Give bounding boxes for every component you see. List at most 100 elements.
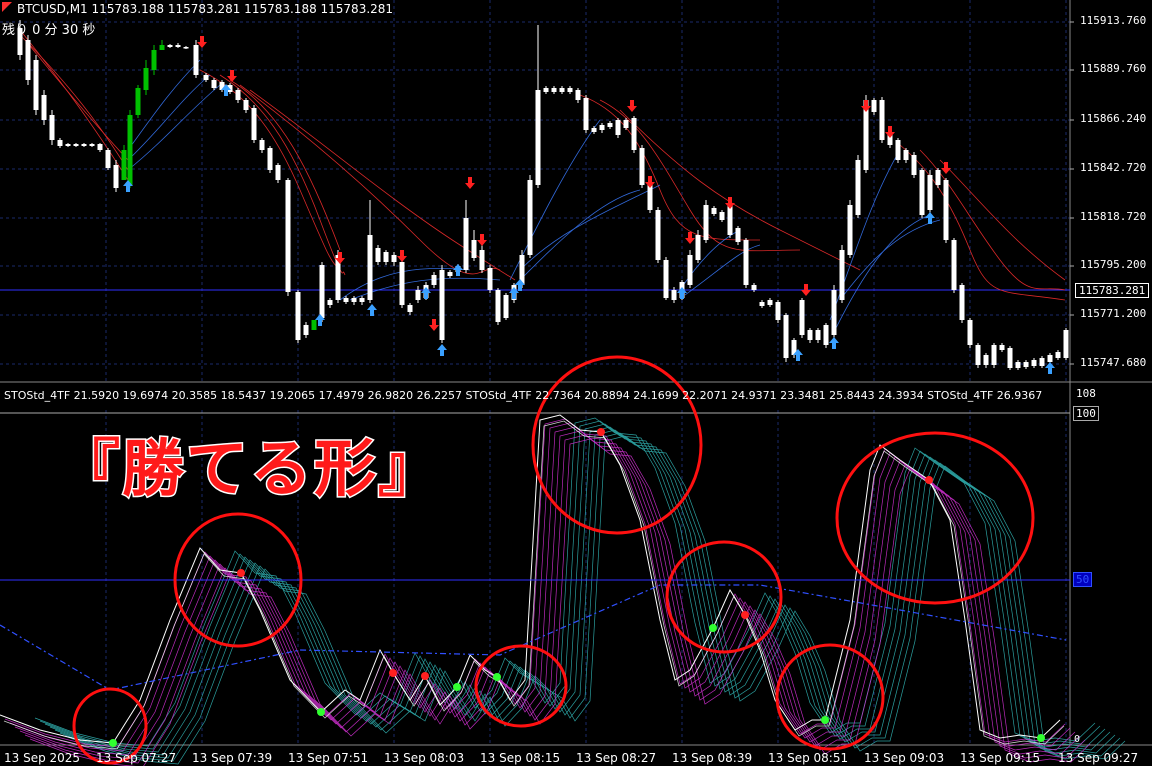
bear-candle xyxy=(1047,355,1053,362)
symbol-info: BTCUSD,M1 115783.188 115783.281 115783.1… xyxy=(17,2,394,16)
indicator-level-0: 0 xyxy=(1074,734,1081,745)
highlight-circle xyxy=(531,355,703,535)
buy-arrow-icon xyxy=(829,337,839,349)
bear-candle xyxy=(703,205,709,240)
bear-candle xyxy=(1039,358,1045,366)
time-tick: 13 Sep 08:51 xyxy=(768,751,849,765)
bear-candle xyxy=(743,240,749,285)
time-tick: 13 Sep 08:15 xyxy=(480,751,561,765)
bear-candle xyxy=(823,325,829,345)
bear-candle xyxy=(65,144,71,146)
signal-arrows xyxy=(123,36,1055,374)
time-tick: 13 Sep 2025 xyxy=(4,751,81,765)
bear-candle xyxy=(711,208,717,214)
bear-candle xyxy=(727,205,733,235)
sell-arrow-icon xyxy=(801,284,811,296)
bear-candle xyxy=(631,118,637,150)
bear-candle xyxy=(735,228,741,242)
bear-candle xyxy=(1063,330,1069,358)
sell-arrow-icon xyxy=(941,162,951,174)
bear-candle xyxy=(33,60,39,110)
bear-candle xyxy=(783,315,789,358)
candlesticks xyxy=(17,20,1069,370)
bear-candle xyxy=(719,212,725,220)
sell-arrow-icon xyxy=(397,250,407,262)
bear-candle xyxy=(959,285,965,320)
bear-candle xyxy=(407,305,413,312)
sell-arrow-icon xyxy=(861,100,871,112)
bear-candle xyxy=(367,235,373,300)
sell-arrow-icon xyxy=(429,319,439,331)
time-tick: 13 Sep 08:03 xyxy=(384,751,465,765)
bear-candle xyxy=(951,240,957,290)
price-tick: 115795.200 xyxy=(1080,258,1147,271)
bull-candle xyxy=(311,320,317,330)
sell-arrow-icon xyxy=(885,126,895,138)
red-dot xyxy=(389,669,397,677)
bear-candle xyxy=(919,170,925,215)
bear-candle xyxy=(535,90,541,185)
price-tick: 115913.760 xyxy=(1080,14,1147,27)
bear-candle xyxy=(487,268,493,290)
green-dot xyxy=(709,624,717,632)
sell-arrow-icon xyxy=(685,232,695,244)
bear-candle xyxy=(285,180,291,292)
bear-candle xyxy=(183,47,189,49)
bear-candle xyxy=(447,272,453,276)
buy-arrow-icon xyxy=(677,287,687,299)
price-tick: 115889.760 xyxy=(1080,62,1147,75)
bear-candle xyxy=(463,218,469,270)
green-dot xyxy=(453,683,461,691)
bear-candle xyxy=(1023,362,1029,367)
sell-arrow-icon xyxy=(627,100,637,112)
bear-candle xyxy=(1055,352,1061,358)
sell-arrow-icon xyxy=(645,176,655,188)
bear-candle xyxy=(839,250,845,300)
bear-candle xyxy=(89,144,95,146)
bear-candle xyxy=(175,45,181,47)
bear-candle xyxy=(687,255,693,285)
bull-candle xyxy=(143,68,149,90)
bear-candle xyxy=(815,330,821,340)
bear-candle xyxy=(751,285,757,290)
bear-candle xyxy=(1031,360,1037,366)
bear-candle xyxy=(275,165,281,180)
bear-candle xyxy=(799,300,805,335)
indicator-level-50: 50 xyxy=(1073,572,1093,587)
bear-candle xyxy=(167,45,173,47)
grid-lines xyxy=(0,0,1070,745)
time-tick: 13 Sep 09:27 xyxy=(1058,751,1139,765)
bear-candle xyxy=(1015,362,1021,368)
bear-candle xyxy=(97,144,103,150)
bear-candle xyxy=(471,240,477,258)
chart-menu-icon[interactable] xyxy=(2,2,12,12)
bear-candle xyxy=(575,90,581,100)
bear-candle xyxy=(267,148,273,170)
current-price-label: 115783.281 xyxy=(1075,283,1150,298)
red-dot xyxy=(741,611,749,619)
green-dot xyxy=(1037,734,1045,742)
green-dot xyxy=(493,673,501,681)
bear-candle xyxy=(855,160,861,215)
bear-candle xyxy=(375,248,381,262)
bull-candle xyxy=(159,45,165,50)
bear-candle xyxy=(57,140,63,146)
bear-candle xyxy=(303,325,309,335)
bear-candle xyxy=(235,90,241,100)
bear-candle xyxy=(391,255,397,262)
bear-candle xyxy=(895,140,901,160)
bear-candle xyxy=(991,345,997,365)
indicator-scale-top: 108 xyxy=(1076,387,1096,400)
bear-candle xyxy=(647,185,653,210)
bear-candle xyxy=(599,125,605,130)
bear-candle xyxy=(639,148,645,185)
trading-chart[interactable] xyxy=(0,0,1152,766)
bear-candle xyxy=(975,345,981,365)
bull-candle xyxy=(135,88,141,115)
price-tick: 115866.240 xyxy=(1080,112,1147,125)
bull-candle xyxy=(151,50,157,70)
bear-candle xyxy=(943,180,949,240)
buy-arrow-icon xyxy=(509,287,519,299)
bear-candle xyxy=(343,298,349,302)
bear-candle xyxy=(1007,348,1013,368)
